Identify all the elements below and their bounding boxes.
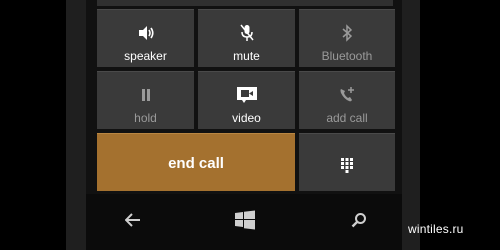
add-call-icon xyxy=(299,86,395,104)
keypad-button[interactable] xyxy=(299,133,395,191)
add-call-button[interactable]: add call xyxy=(299,71,395,129)
windows-logo-icon xyxy=(234,210,256,235)
video-camera-icon xyxy=(198,86,295,104)
phone-call-screen: speaker mute Bluetooth hold video add ca… xyxy=(0,0,500,250)
mute-button[interactable]: mute xyxy=(198,9,295,67)
speaker-icon xyxy=(97,24,194,42)
video-button[interactable]: video xyxy=(198,71,295,129)
back-button[interactable] xyxy=(103,194,163,250)
end-call-label: end call xyxy=(168,155,224,172)
speaker-label: speaker xyxy=(124,49,167,63)
hold-label: hold xyxy=(134,111,157,125)
bluetooth-icon xyxy=(299,24,395,42)
phone-bezel-right xyxy=(402,0,420,250)
bluetooth-button[interactable]: Bluetooth xyxy=(299,9,395,67)
hold-button[interactable]: hold xyxy=(97,71,194,129)
previous-tile-row-edge xyxy=(97,0,393,6)
watermark-text: wintiles.ru xyxy=(408,222,464,236)
add-call-label: add call xyxy=(326,111,368,125)
speaker-button[interactable]: speaker xyxy=(97,9,194,67)
phone-bezel-left xyxy=(66,0,86,250)
navigation-bar xyxy=(86,194,402,250)
microphone-muted-icon xyxy=(198,24,295,42)
keypad-icon xyxy=(299,156,395,174)
search-button[interactable] xyxy=(329,194,389,250)
mute-label: mute xyxy=(233,49,260,63)
bluetooth-label: Bluetooth xyxy=(321,49,373,63)
pause-icon xyxy=(97,86,194,104)
video-label: video xyxy=(232,111,261,125)
search-icon xyxy=(351,212,367,233)
back-arrow-icon xyxy=(124,212,141,232)
start-button[interactable] xyxy=(215,194,275,250)
end-call-button[interactable]: end call xyxy=(97,133,295,191)
